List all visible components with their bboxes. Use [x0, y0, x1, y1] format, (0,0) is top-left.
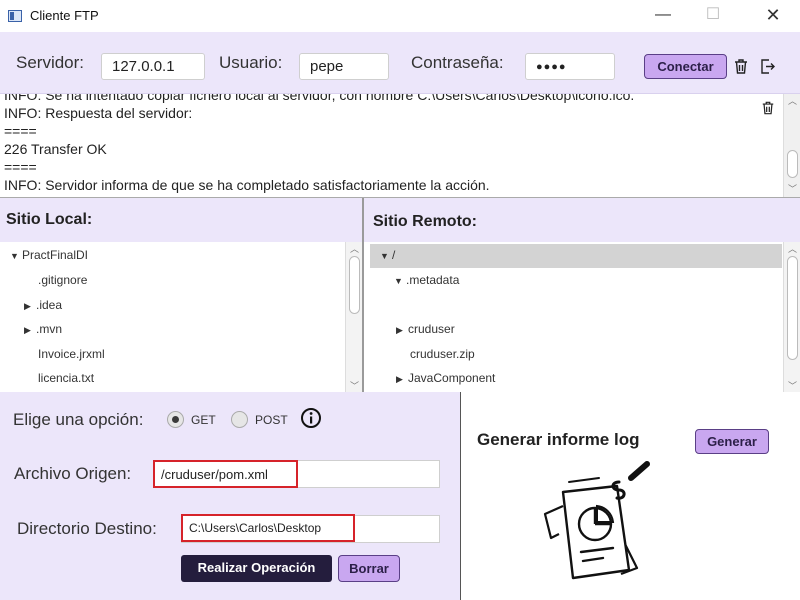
clear-button[interactable]: Borrar: [338, 555, 400, 582]
tree-item[interactable]: ▶ JavaComponent: [396, 371, 495, 385]
maximize-button[interactable]: ☐: [690, 0, 736, 32]
report-title: Generar informe log: [477, 430, 640, 449]
app-icon: [8, 10, 22, 22]
generate-button[interactable]: Generar: [695, 429, 769, 454]
clear-log-icon[interactable]: [761, 100, 775, 116]
scroll-up-icon[interactable]: ︿: [784, 242, 800, 255]
local-site-header: Sitio Local:: [0, 198, 362, 242]
scroll-thumb[interactable]: [349, 256, 360, 314]
remote-tree-scrollbar[interactable]: ︿ ﹀: [783, 242, 800, 392]
tree-item[interactable]: ▶ .mvn: [24, 322, 62, 336]
destination-label: Directorio Destino:: [17, 519, 157, 538]
connection-bar: Servidor: 127.0.0.1 Usuario: pepe Contra…: [0, 32, 800, 94]
log-scrollbar[interactable]: ︿ ﹀: [783, 94, 800, 197]
scroll-thumb[interactable]: [787, 256, 798, 360]
report-panel: Generar informe log Generar: [461, 392, 800, 600]
log-line: INFO: Servidor informa de que se ha comp…: [4, 177, 490, 193]
server-input[interactable]: 127.0.0.1: [101, 53, 205, 80]
log-panel: INFO: Se ha intentado copiar fichero loc…: [0, 94, 800, 198]
get-radio-label: GET: [191, 413, 216, 427]
tree-item[interactable]: ▼ /: [380, 248, 395, 262]
remote-site-header: Sitio Remoto:: [364, 198, 800, 242]
tree-item[interactable]: ▼ .metadata: [394, 273, 459, 287]
scroll-thumb[interactable]: [787, 150, 798, 178]
scroll-down-icon[interactable]: ﹀: [784, 182, 800, 195]
scroll-up-icon[interactable]: ︿: [346, 242, 362, 255]
get-radio[interactable]: [167, 411, 184, 428]
tree-item[interactable]: cruduser.zip: [410, 347, 475, 361]
tree-item[interactable]: .gitignore: [38, 273, 87, 287]
tree-item[interactable]: licencia.txt: [38, 371, 94, 385]
logout-icon[interactable]: [760, 58, 776, 75]
user-input[interactable]: pepe: [299, 53, 389, 80]
report-document-illustration: [543, 461, 650, 580]
trash-icon[interactable]: [733, 58, 749, 75]
origin-input[interactable]: /cruduser/pom.xml: [153, 460, 298, 488]
connect-button[interactable]: Conectar: [644, 54, 727, 79]
operation-panel: Elige una opción: GET POST Archivo Orige…: [0, 392, 460, 600]
user-label: Usuario:: [219, 53, 283, 72]
origin-label: Archivo Origen:: [14, 464, 132, 483]
close-button[interactable]: ✕: [750, 0, 796, 32]
minimize-button[interactable]: —: [640, 0, 686, 32]
local-tree: ▼ PractFinalDI .gitignore ▶ .idea ▶ .mvn In…: [0, 242, 362, 392]
tree-item[interactable]: ▶ .idea: [24, 298, 62, 312]
scroll-up-icon[interactable]: ︿: [784, 94, 800, 107]
log-line: INFO: Se ha intentado copiar fichero loc…: [4, 94, 635, 103]
scroll-down-icon[interactable]: ﹀: [784, 379, 800, 392]
selected-row-highlight: [370, 244, 782, 268]
scroll-down-icon[interactable]: ﹀: [346, 379, 362, 392]
log-line: ====: [4, 123, 37, 139]
title-bar: Cliente FTP — ☐ ✕: [0, 0, 800, 32]
destination-input[interactable]: C:\Users\Carlos\Desktop: [181, 514, 355, 542]
log-line: INFO: Respuesta del servidor:: [4, 105, 193, 121]
tree-item[interactable]: ▼ PractFinalDI: [10, 248, 88, 262]
tree-item[interactable]: ▶ cruduser: [396, 322, 455, 336]
window-title: Cliente FTP: [30, 8, 99, 23]
info-icon[interactable]: [300, 407, 322, 429]
post-radio-label: POST: [255, 413, 288, 427]
server-label: Servidor:: [16, 53, 85, 72]
log-line: ====: [4, 159, 37, 175]
run-operation-button[interactable]: Realizar Operación: [181, 555, 332, 582]
remote-tree: ▼ / ▼ .metadata ▶ cruduser cruduser.zip ▶ Ja…: [364, 242, 800, 392]
option-label: Elige una opción:: [13, 410, 144, 429]
password-input[interactable]: ●●●●: [525, 53, 615, 80]
log-line: 226 Transfer OK: [4, 141, 107, 157]
password-label: Contraseña:: [411, 53, 504, 72]
local-tree-scrollbar[interactable]: ︿ ﹀: [345, 242, 362, 392]
post-radio[interactable]: [231, 411, 248, 428]
tree-item[interactable]: Invoice.jrxml: [38, 347, 105, 361]
